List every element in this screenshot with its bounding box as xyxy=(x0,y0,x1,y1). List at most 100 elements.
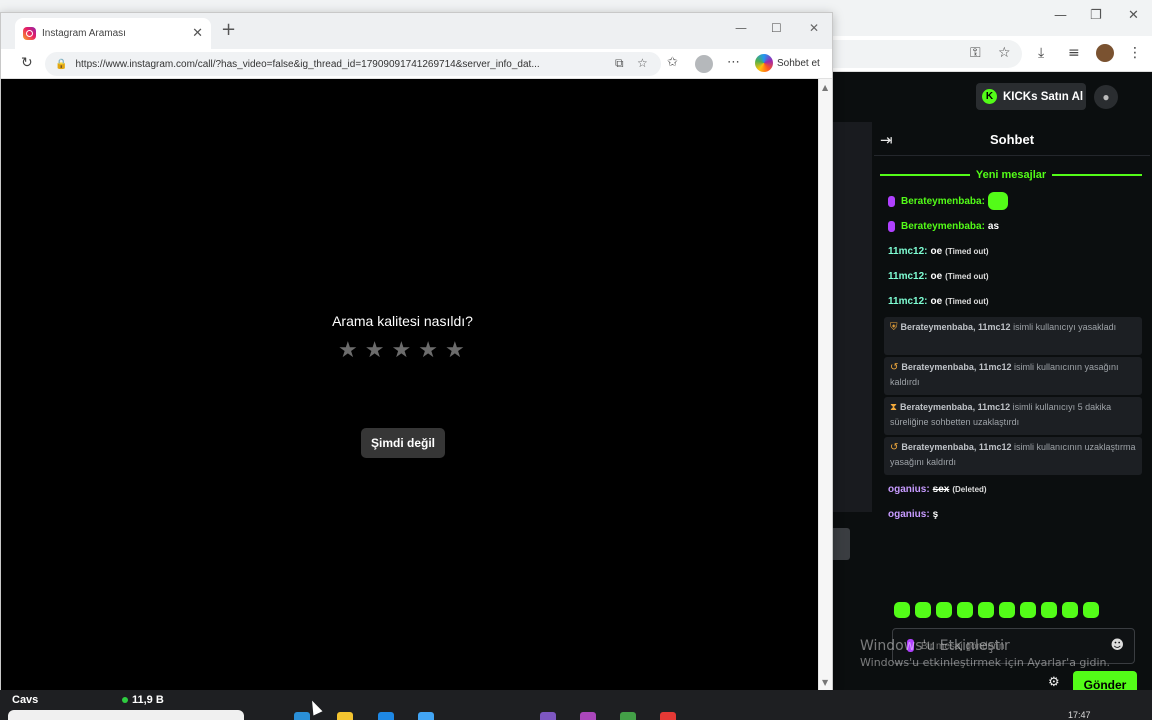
close-icon[interactable]: ✕ xyxy=(809,21,819,35)
maximize-icon[interactable]: ☐ xyxy=(771,21,782,35)
chat-text: oe xyxy=(930,271,943,282)
background-address-bar[interactable] xyxy=(832,40,1022,68)
watermark-title: Windows'u Etkinleştir xyxy=(860,638,1010,654)
emote-icon[interactable] xyxy=(1083,602,1099,618)
copilot-button[interactable]: Sohbet et xyxy=(755,54,820,72)
rating-star-icon[interactable]: ★ xyxy=(418,340,438,362)
chat-settings-gear-icon[interactable]: ⚙ xyxy=(1048,675,1060,690)
clock[interactable]: 17:47 xyxy=(1068,710,1091,720)
app-taskbar-icon[interactable] xyxy=(580,712,596,720)
emoji-picker-icon[interactable]: ☻ xyxy=(1110,638,1124,653)
ban-shield-icon: ⛨ xyxy=(890,322,898,333)
chat-username[interactable]: Berateymenbaba: xyxy=(901,221,985,232)
minimize-icon[interactable]: — xyxy=(1054,8,1067,23)
chat-username[interactable]: 11mc12: xyxy=(888,296,927,307)
close-icon[interactable]: ✕ xyxy=(1128,8,1139,23)
rating-star-icon[interactable]: ★ xyxy=(338,340,358,362)
mod-actors: Berateymenbaba, 11mc12 xyxy=(900,322,1011,332)
chat-panel: ⇥ Sohbet Yeni mesajlar Berateymenbaba: B… xyxy=(874,122,1150,698)
buy-kicks-button[interactable]: K KICKs Satın Al xyxy=(976,83,1086,110)
mail-taskbar-icon[interactable] xyxy=(378,712,394,720)
chat-text: oe xyxy=(930,246,943,257)
open-in-app-icon[interactable]: ⧉ xyxy=(615,56,624,71)
emote-icon[interactable] xyxy=(915,602,931,618)
moderation-event: ⧗ Berateymenbaba, 11mc12 isimli kullanıcı… xyxy=(884,397,1142,435)
unban-undo-icon: ↺ xyxy=(890,362,899,373)
profile-avatar[interactable] xyxy=(1096,44,1114,62)
app-taskbar-icon[interactable] xyxy=(540,712,556,720)
emote-icon[interactable] xyxy=(999,602,1015,618)
chat-header: ⇥ Sohbet xyxy=(874,122,1150,156)
activate-windows-watermark: Windows'u Etkinleştir Windows'u etkinleş… xyxy=(860,638,1110,669)
copilot-label: Sohbet et xyxy=(777,57,820,69)
user-icon: ● xyxy=(1102,90,1110,104)
chat-text: oe xyxy=(930,296,943,307)
favorites-icon[interactable]: ✩ xyxy=(667,55,678,70)
watermark-subtitle: Windows'u etkinleştirmek için Ayarlar'a … xyxy=(860,656,1110,669)
emote-icon[interactable] xyxy=(957,602,973,618)
media-control-icon[interactable]: ≡ xyxy=(1068,45,1080,61)
mic-badge-icon xyxy=(888,195,895,207)
tab-close-icon[interactable]: ✕ xyxy=(192,26,203,41)
deleted-tag: (Deleted) xyxy=(952,485,987,494)
more-dots-icon[interactable]: ⋯ xyxy=(727,55,740,70)
edge-taskbar-icon[interactable] xyxy=(294,712,310,720)
menu-dots-icon[interactable]: ⋮ xyxy=(1128,45,1142,61)
emote-icon xyxy=(987,192,1008,210)
maximize-icon[interactable]: ❐ xyxy=(1090,8,1102,23)
chat-username[interactable]: Berateymenbaba: xyxy=(901,196,985,207)
emote-icon[interactable] xyxy=(936,602,952,618)
scroll-up-icon[interactable]: ▲ xyxy=(822,83,828,92)
taskbar-search[interactable] xyxy=(8,710,244,720)
store-taskbar-icon[interactable] xyxy=(418,712,434,720)
chat-username[interactable]: oganius: xyxy=(888,509,930,520)
password-key-icon[interactable]: ⚿ xyxy=(970,45,981,61)
moderation-event: ↺ Berateymenbaba, 11mc12 isimli kullanıcı… xyxy=(884,437,1142,475)
chat-username[interactable]: 11mc12: xyxy=(888,271,927,282)
chat-message: Berateymenbaba: as xyxy=(888,221,999,232)
scroll-down-icon[interactable]: ▼ xyxy=(822,678,828,687)
rating-star-icon[interactable]: ★ xyxy=(365,340,385,362)
scrollbar[interactable]: ▲ ▼ xyxy=(818,79,832,691)
download-icon[interactable]: ⤓ xyxy=(1038,45,1044,61)
chat-message: 11mc12: oe (Timed out) xyxy=(888,246,989,257)
rating-star-icon[interactable]: ★ xyxy=(445,340,465,362)
app-taskbar-icon[interactable] xyxy=(660,712,676,720)
emote-icon[interactable] xyxy=(894,602,910,618)
reload-icon[interactable]: ↻ xyxy=(21,55,33,71)
chat-message: 11mc12: oe (Timed out) xyxy=(888,271,989,282)
tab-instagram-call[interactable]: Instagram Araması ✕ xyxy=(15,18,211,49)
emote-icon[interactable] xyxy=(1020,602,1036,618)
not-now-button[interactable]: Şimdi değil xyxy=(361,428,445,458)
instagram-call-window: Instagram Araması ✕ + — ☐ ✕ ↻ 🔒 https://… xyxy=(0,12,833,691)
chat-username[interactable]: oganius: xyxy=(888,484,930,495)
chat-message: 11mc12: oe (Timed out) xyxy=(888,296,989,307)
profile-avatar[interactable] xyxy=(695,55,713,73)
address-bar[interactable]: 🔒 https://www.instagram.com/call/?has_vi… xyxy=(45,52,661,76)
site-info-icon[interactable]: 🔒 xyxy=(55,59,67,70)
minimize-icon[interactable]: — xyxy=(735,21,747,35)
file-explorer-taskbar-icon[interactable] xyxy=(337,712,353,720)
emote-icon[interactable] xyxy=(1062,602,1078,618)
mod-actors: Berateymenbaba, 11mc12 xyxy=(901,362,1012,372)
rating-star-icon[interactable]: ★ xyxy=(391,340,411,362)
new-tab-icon[interactable]: + xyxy=(221,19,236,40)
stock-widget-value[interactable]: 11,9 B xyxy=(122,694,164,706)
side-panel-toggle[interactable] xyxy=(832,528,850,560)
chat-username[interactable]: 11mc12: xyxy=(888,246,927,257)
bookmark-star-icon[interactable]: ☆ xyxy=(998,45,1011,61)
mod-actors: Berateymenbaba, 11mc12 xyxy=(900,402,1011,412)
moderation-event: ⛨ Berateymenbaba, 11mc12 isimli kullanıcı… xyxy=(884,317,1142,355)
kicks-coin-icon: K xyxy=(982,89,997,104)
stock-widget-name[interactable]: Cavs xyxy=(12,694,38,706)
copilot-icon xyxy=(755,54,773,72)
stream-player-edge xyxy=(832,122,872,512)
emote-icon[interactable] xyxy=(1041,602,1057,618)
favorite-star-icon[interactable]: ☆ xyxy=(637,56,648,70)
tab-strip: Instagram Araması ✕ + — ☐ ✕ xyxy=(1,13,832,49)
chat-message: oganius: ş xyxy=(888,509,938,520)
emote-icon[interactable] xyxy=(978,602,994,618)
call-quality-question: Arama kalitesi nasıldı? xyxy=(332,313,473,329)
app-taskbar-icon[interactable] xyxy=(620,712,636,720)
user-menu-button[interactable]: ● xyxy=(1094,85,1118,109)
